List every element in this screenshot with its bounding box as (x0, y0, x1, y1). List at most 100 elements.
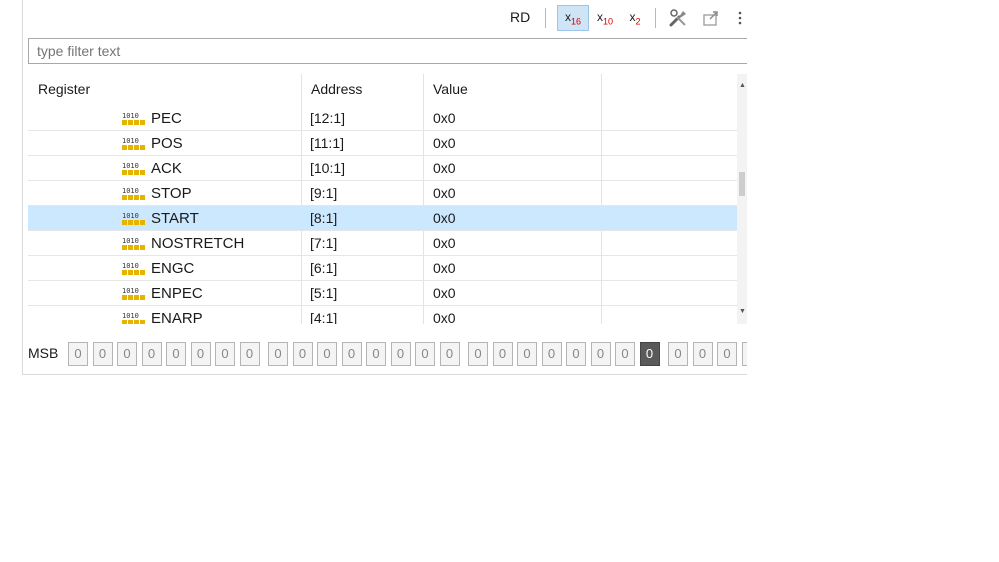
bit-cell[interactable]: 0 (366, 342, 386, 366)
register-value[interactable]: 0x0 (433, 206, 456, 231)
tools-icon[interactable] (665, 5, 691, 31)
bit-cell[interactable]: 0 (166, 342, 186, 366)
bit-cell[interactable]: 0 (668, 342, 688, 366)
bit-cell[interactable]: 0 (415, 342, 435, 366)
bit-cell[interactable]: 0 (215, 342, 235, 366)
register-view-panel: RD x16 x10 x2 type filter text Register … (22, 0, 747, 375)
scroll-thumb[interactable] (739, 172, 745, 196)
register-name: 1010 NOSTRETCH (122, 235, 245, 252)
bit-cell[interactable]: 0 (492, 342, 513, 366)
more-icon[interactable] (735, 5, 745, 31)
bit-cell[interactable]: 0 (468, 342, 488, 366)
register-name: 1010 PEC (122, 110, 182, 127)
register-field-icon: 1010 (122, 237, 145, 250)
register-value[interactable]: 0x0 (433, 281, 456, 306)
register-field-icon: 1010 (122, 212, 145, 225)
register-field-icon: 1010 (122, 312, 145, 324)
toolbar-separator (545, 8, 546, 28)
bit-cell[interactable]: 0 (390, 342, 411, 366)
table-row[interactable]: 1010 PEC [12:1] 0x0 (28, 106, 743, 131)
bit-cell[interactable]: 0 (517, 342, 537, 366)
register-value[interactable]: 0x0 (433, 106, 456, 131)
register-address: [4:1] (310, 310, 338, 324)
bit-cell[interactable]: 0 (639, 342, 660, 366)
register-name: 1010 START (122, 210, 199, 227)
register-address: [10:1] (310, 160, 346, 176)
scroll-up-icon[interactable]: ▲ (739, 82, 746, 89)
bin-radix-button[interactable]: x2 (623, 5, 647, 31)
register-field-icon: 1010 (122, 262, 145, 275)
dec-radix-button[interactable]: x10 (591, 5, 619, 31)
table-row[interactable]: 1010 ENPEC [5:1] 0x0 (28, 281, 743, 306)
bit-cell[interactable]: 0 (92, 342, 113, 366)
bit-cell[interactable]: 0 (268, 342, 288, 366)
table-row[interactable]: 1010 STOP [9:1] 0x0 (28, 181, 743, 206)
register-value[interactable]: 0x0 (433, 156, 456, 181)
bit-cell[interactable]: 0 (741, 342, 747, 366)
register-name: 1010 ENARP (122, 310, 203, 324)
bit-cell[interactable]: 0 (141, 342, 162, 366)
svg-text:1010: 1010 (122, 237, 139, 245)
bit-cell[interactable]: 0 (317, 342, 337, 366)
svg-text:1010: 1010 (122, 212, 139, 220)
register-address: [6:1] (310, 260, 338, 276)
table-row[interactable]: 1010 ACK [10:1] 0x0 (28, 156, 743, 181)
register-field-icon: 1010 (122, 162, 145, 175)
register-address: [7:1] (310, 235, 338, 251)
register-address: [9:1] (310, 185, 338, 201)
register-field-icon: 1010 (122, 187, 145, 200)
svg-text:1010: 1010 (122, 262, 139, 270)
table-row[interactable]: 1010 START [8:1] 0x0 (28, 206, 743, 231)
bit-cell[interactable]: 0 (717, 342, 737, 366)
scroll-down-icon[interactable]: ▼ (739, 308, 746, 315)
table-row[interactable]: 1010 ENARP [4:1] 0x0 (28, 306, 743, 324)
register-value[interactable]: 0x0 (433, 181, 456, 206)
bit-cell[interactable]: 0 (590, 342, 611, 366)
register-address: [8:1] (310, 210, 338, 226)
register-name: 1010 STOP (122, 185, 192, 202)
table-header: Register Address Value (28, 74, 743, 324)
bit-cell[interactable]: 0 (239, 342, 260, 366)
register-address: [5:1] (310, 285, 338, 301)
register-value[interactable]: 0x0 (433, 306, 456, 324)
toolbar-separator (655, 8, 656, 28)
vertical-scrollbar[interactable]: ▲ ▼ (737, 74, 747, 324)
bit-cell[interactable]: 0 (615, 342, 635, 366)
register-name: 1010 ENGC (122, 260, 195, 277)
hex-radix-button[interactable]: x16 (557, 5, 589, 31)
bit-cell[interactable]: 0 (190, 342, 211, 366)
bit-cell[interactable]: 0 (692, 342, 713, 366)
register-address: [11:1] (310, 135, 344, 151)
table-row[interactable]: 1010 NOSTRETCH [7:1] 0x0 (28, 231, 743, 256)
svg-text:1010: 1010 (122, 112, 139, 120)
filter-input[interactable] (28, 38, 747, 64)
bit-cell[interactable]: 0 (292, 342, 313, 366)
register-value[interactable]: 0x0 (433, 256, 456, 281)
msb-label: MSB (28, 345, 59, 361)
table-row[interactable]: 1010 POS [11:1] 0x0 (28, 131, 743, 156)
bit-cell[interactable]: 0 (566, 342, 586, 366)
column-header-register[interactable]: Register (28, 74, 300, 104)
register-table: Register Address Value 1010 PEC [12:1] 0x0 1… (28, 74, 743, 324)
bit-cell[interactable]: 0 (541, 342, 562, 366)
bit-cell[interactable]: 0 (117, 342, 137, 366)
rd-button[interactable]: RD (510, 9, 530, 25)
svg-text:1010: 1010 (122, 137, 139, 145)
register-address: [12:1] (310, 110, 346, 126)
column-header-address[interactable]: Address (301, 74, 423, 104)
register-rows: 1010 PEC [12:1] 0x0 1010 POS [11:1] 0x0 1010 ACK [… (28, 106, 743, 324)
svg-text:1010: 1010 (122, 162, 139, 170)
register-value[interactable]: 0x0 (433, 231, 456, 256)
register-field-icon: 1010 (122, 287, 145, 300)
toolbar: RD x16 x10 x2 (23, 0, 747, 36)
table-row[interactable]: 1010 ENGC [6:1] 0x0 (28, 256, 743, 281)
bit-cell[interactable]: 0 (439, 342, 460, 366)
column-header-value[interactable]: Value (423, 74, 601, 104)
bit-cell[interactable]: 0 (341, 342, 362, 366)
svg-text:1010: 1010 (122, 187, 139, 195)
register-name: 1010 ENPEC (122, 285, 203, 302)
export-icon[interactable] (699, 5, 723, 31)
bit-cell[interactable]: 0 (68, 342, 88, 366)
register-value[interactable]: 0x0 (433, 131, 456, 156)
register-name: 1010 ACK (122, 160, 182, 177)
